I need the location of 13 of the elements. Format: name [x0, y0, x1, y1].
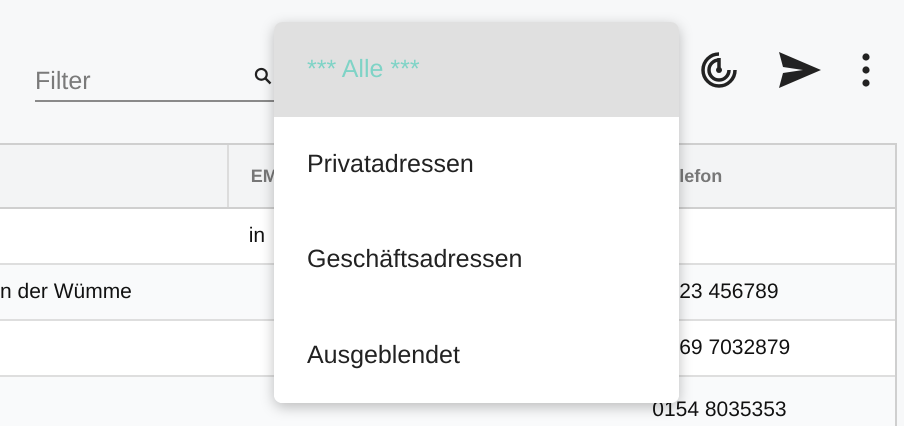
more-icon[interactable]	[861, 53, 871, 87]
phone-cell: 69 7032879	[679, 336, 790, 360]
radar-icon[interactable]	[699, 50, 739, 90]
search-icon[interactable]	[253, 66, 273, 86]
menu-item[interactable]: Ausgeblendet	[274, 308, 679, 403]
phone-cell: 23 456789	[679, 280, 779, 304]
filter-input[interactable]: Filter	[35, 62, 250, 100]
menu-item[interactable]: Privatadressen	[274, 117, 679, 212]
menu-item[interactable]: Geschäftsadressen	[274, 212, 679, 308]
name-cell: n der Wümme	[0, 280, 132, 304]
email-cell: in	[248, 224, 266, 248]
column-header: lefon	[679, 164, 722, 188]
send-icon[interactable]	[779, 52, 821, 88]
